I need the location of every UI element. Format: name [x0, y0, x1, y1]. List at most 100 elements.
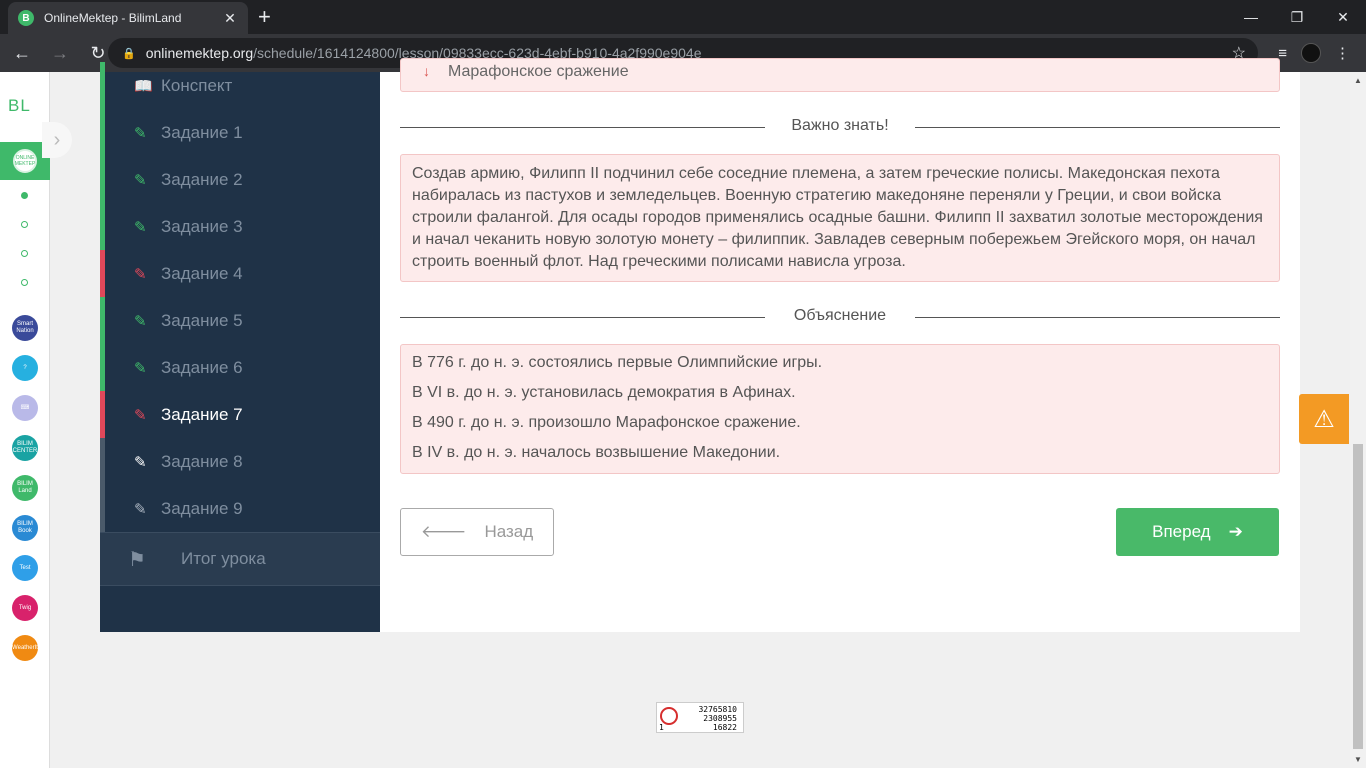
lesson-nav-label: Задание 4: [161, 263, 243, 283]
rail-dot[interactable]: [21, 192, 28, 199]
lesson-sidebar: 📖 Конспект ✎ Задание 1 ✎ Задание 2 ✎ Задание 3 ✎…: [100, 62, 380, 632]
rail-dot[interactable]: [21, 279, 28, 286]
back-button[interactable]: 🡐 Назад: [400, 508, 554, 556]
important-title: Важно знать!: [791, 117, 889, 134]
weather-icon[interactable]: WeatherIt: [12, 635, 38, 661]
important-text: Создав армию, Филипп II подчинил себе со…: [400, 154, 1280, 282]
explanation-item: В 490 г. до н. э. произошло Марафонское …: [412, 414, 801, 431]
lesson-nav-item[interactable]: ✎ Задание 4: [100, 250, 380, 297]
arrow-left-icon: 🡐: [420, 522, 467, 541]
explanation-item: В 776 г. до н. э. состоялись первые Олим…: [412, 354, 823, 371]
lesson-summary-item[interactable]: ⚑ Итог урока: [100, 532, 380, 586]
lesson-content: ↓ Марафонское сражение Важно знать! Созд…: [380, 58, 1300, 632]
expand-rail-chevron-icon[interactable]: ›: [42, 122, 72, 158]
lesson-nav-item[interactable]: ✎ Задание 8: [100, 438, 380, 485]
url-host: onlinemektep.org: [145, 45, 254, 61]
answer-text: Марафонское сражение: [448, 63, 629, 80]
status-bar: [100, 344, 105, 391]
counter-value: 32765810: [698, 705, 737, 714]
lock-icon: 🔒: [122, 47, 136, 60]
keyboard-icon[interactable]: ⌨: [12, 395, 38, 421]
explanation-divider: Объяснение: [400, 307, 1280, 327]
counter-value: 2308955: [703, 714, 737, 723]
status-bar: [100, 156, 105, 203]
lesson-nav-label: Задание 6: [161, 357, 243, 377]
edit-icon: ✎: [134, 406, 147, 424]
edit-icon: ✎: [134, 171, 147, 189]
bilim-center-icon[interactable]: BILIM CENTER: [12, 435, 38, 461]
status-bar: [100, 250, 105, 297]
lesson-nav-item[interactable]: ✎ Задание 9: [100, 485, 380, 532]
explanation-box: В 776 г. до н. э. состоялись первые Олим…: [400, 344, 1280, 474]
new-tab-button[interactable]: +: [258, 6, 271, 28]
bilimbook-icon[interactable]: BILIM Book: [12, 515, 38, 541]
explanation-item: В VI в. до н. э. установилась демократия…: [412, 384, 796, 401]
forward-arrow-icon[interactable]: →: [44, 37, 76, 69]
lesson-nav-item[interactable]: ✎ Задание 3: [100, 203, 380, 250]
lesson-nav-label: Задание 3: [161, 216, 243, 236]
close-tab-icon[interactable]: ✕: [222, 10, 238, 27]
bl-logo[interactable]: BL: [8, 96, 31, 116]
lesson-nav-label: Задание 5: [161, 310, 243, 330]
lesson-nav-item[interactable]: ✎ Задание 6: [100, 344, 380, 391]
scroll-down-icon[interactable]: ▼: [1354, 755, 1362, 764]
page: BL ONLINE MEKTEP Smart Nation? ⌨ BILIM CEN…: [0, 58, 1350, 768]
bilimland-favicon-icon: B: [18, 10, 34, 26]
answer-item: ↓ Марафонское сражение: [400, 58, 1280, 92]
edit-icon: ✎: [134, 124, 147, 142]
lesson-nav-item[interactable]: ✎ Задание 7: [100, 391, 380, 438]
lesson-nav-item[interactable]: 📖 Конспект: [100, 62, 380, 109]
edit-icon: ✎: [134, 265, 147, 283]
explanation-title: Объяснение: [793, 307, 887, 324]
lesson-nav-label: Задание 1: [161, 122, 243, 142]
warning-icon: ⚠: [1313, 405, 1335, 433]
lesson-nav-item[interactable]: ✎ Задание 2: [100, 156, 380, 203]
lesson-nav-item[interactable]: ✎ Задание 1: [100, 109, 380, 156]
back-arrow-icon[interactable]: ←: [6, 37, 38, 69]
counter-value: 16822: [712, 723, 737, 732]
scrollbar-thumb[interactable]: [1353, 444, 1363, 749]
summary-label: Итог урока: [181, 549, 266, 568]
explanation-item: В IV в. до н. э. началось возвышение Мак…: [412, 444, 781, 461]
status-bar: [100, 391, 105, 438]
close-window-icon[interactable]: ✕: [1320, 0, 1366, 34]
help-icon[interactable]: ?: [12, 355, 38, 381]
edit-icon: ✎: [134, 312, 147, 330]
edit-icon: ✎: [134, 218, 147, 236]
status-bar: [100, 438, 105, 485]
edit-icon: ✎: [134, 359, 147, 377]
status-bar: [100, 297, 105, 344]
browser-tab[interactable]: B OnlineMektep - BilimLand ✕: [8, 2, 248, 34]
next-button[interactable]: Вперед ➔: [1116, 508, 1279, 556]
lesson-nav-item[interactable]: ✎ Задание 5: [100, 297, 380, 344]
report-warning-button[interactable]: ⚠: [1299, 394, 1349, 444]
status-bar: [100, 62, 105, 109]
toolbar-right: ≡ ⋮: [1278, 43, 1350, 63]
rail-dot[interactable]: [21, 250, 28, 257]
flag-icon: ⚑: [128, 548, 146, 571]
twig-icon[interactable]: Twig: [12, 595, 38, 621]
minimize-icon[interactable]: —: [1228, 0, 1274, 34]
scrollbar[interactable]: ▲ ▼: [1350, 72, 1366, 768]
lesson-nav-label: Задание 9: [161, 498, 243, 518]
visit-counter[interactable]: 32765810 2308955 16822 1: [656, 702, 744, 733]
rail-dot[interactable]: [21, 221, 28, 228]
edit-icon: ✎: [134, 500, 147, 518]
lesson-nav-label: Конспект: [161, 75, 233, 95]
menu-kebab-icon[interactable]: ⋮: [1335, 44, 1350, 62]
lesson-nav-label: Задание 8: [161, 451, 243, 471]
status-bar: [100, 109, 105, 156]
bilimland-icon[interactable]: BILIM Land: [12, 475, 38, 501]
scroll-up-icon[interactable]: ▲: [1354, 76, 1362, 85]
edit-icon: ✎: [134, 453, 147, 471]
profile-avatar[interactable]: [1301, 43, 1321, 63]
counter-value: 1: [659, 723, 664, 732]
smart-nation-icon[interactable]: Smart Nation: [12, 315, 38, 341]
restore-icon[interactable]: ❐: [1274, 0, 1320, 34]
arrow-down-icon: ↓: [423, 63, 430, 79]
back-label: Назад: [484, 522, 534, 541]
window-controls: — ❐ ✕: [1228, 0, 1366, 34]
important-divider: Важно знать!: [400, 117, 1280, 137]
arrow-right-icon: ➔: [1228, 522, 1243, 541]
test-icon[interactable]: Test: [12, 555, 38, 581]
